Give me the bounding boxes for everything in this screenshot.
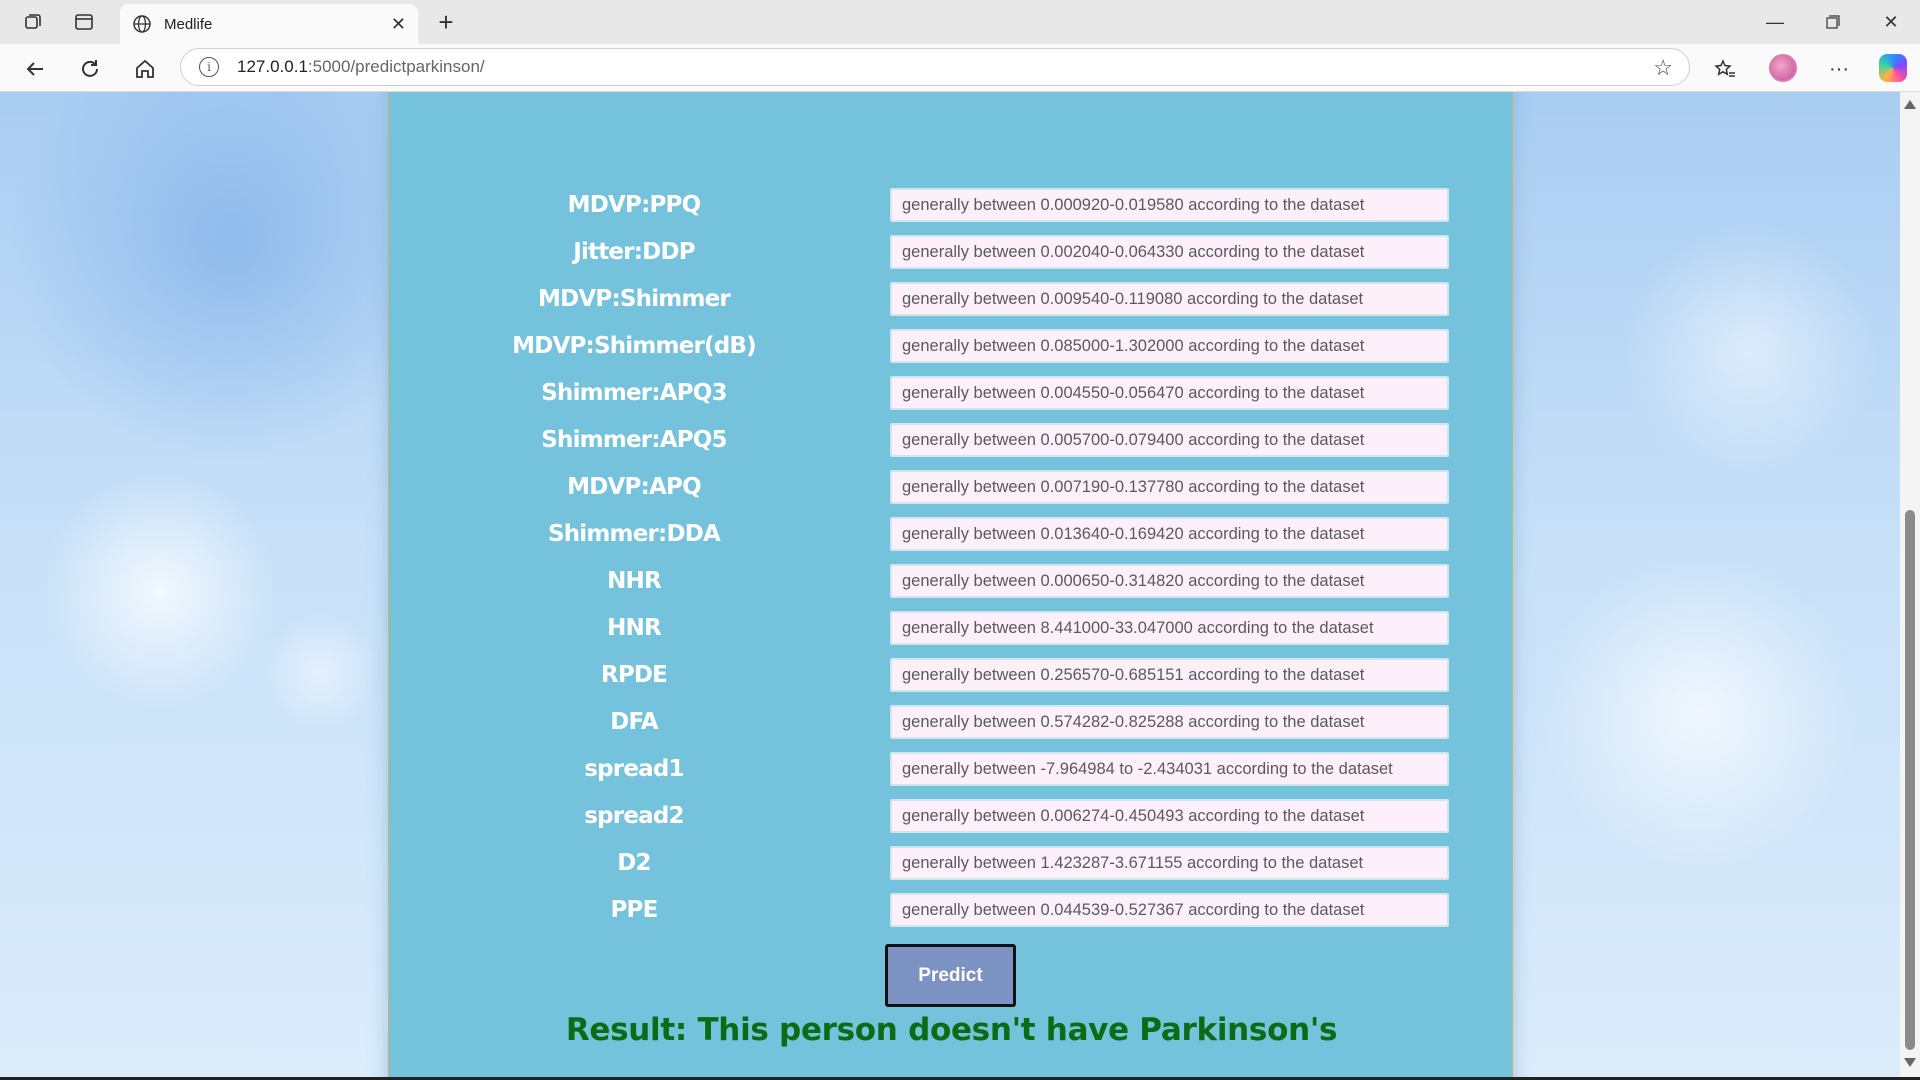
field-label: Shimmer:DDA [547,521,721,547]
restore-icon[interactable] [1813,8,1853,36]
result-text: Result: This person doesn't have Parkins… [565,1012,1338,1048]
form-row-hnr: HNR [389,611,1514,645]
form-row-d2: D2 [389,846,1514,880]
nhr-input[interactable] [890,564,1449,598]
prediction-form-card: MDVP:PPQ Jitter:DDP MDVP:Shimmer MDVP:Sh… [388,92,1513,1077]
back-icon[interactable] [20,54,50,84]
minimize-icon[interactable]: — [1755,8,1795,36]
scroll-down-arrow-icon[interactable] [1904,1058,1916,1067]
shimmer-apq5-input[interactable] [890,423,1449,457]
vertical-tabs-icon[interactable] [71,9,97,35]
form-row-spread2: spread2 [389,799,1514,833]
ppe-input[interactable] [890,893,1449,927]
close-tab-icon[interactable]: ✕ [391,14,406,35]
field-label: spread2 [584,803,684,829]
d2-input[interactable] [890,846,1449,880]
workspaces-icon[interactable] [20,9,46,35]
globe-icon [132,14,152,34]
field-label: MDVP:APQ [567,474,701,500]
field-label: HNR [607,615,662,641]
new-tab-icon[interactable]: + [432,7,460,37]
copilot-icon[interactable] [1879,54,1907,82]
home-icon[interactable] [130,54,160,84]
hnr-input[interactable] [890,611,1449,645]
form-row-shimmer-dda: Shimmer:DDA [389,517,1514,551]
field-label: Shimmer:APQ3 [541,380,727,406]
refresh-icon[interactable] [75,54,105,84]
form-row-dfa: DFA [389,705,1514,739]
form-row-jitter-ddp: Jitter:DDP [389,235,1514,269]
spread1-input[interactable] [890,752,1449,786]
form-row-shimmer-apq5: Shimmer:APQ5 [389,423,1514,457]
favorite-star-icon[interactable]: ☆ [1653,55,1673,81]
field-label: MDVP:Shimmer(dB) [512,333,757,359]
address-bar-row: i 127.0.0.1:5000/predictparkinson/ ☆ ··· [0,44,1920,92]
browser-tab[interactable]: Medlife ✕ [120,4,418,44]
form-row-mdvp-shimmer-db: MDVP:Shimmer(dB) [389,329,1514,363]
form-row-mdvp-shimmer: MDVP:Shimmer [389,282,1514,316]
shimmer-dda-input[interactable] [890,517,1449,551]
tab-bar: Medlife ✕ + — ✕ [0,0,1920,44]
field-label: spread1 [584,756,684,782]
dfa-input[interactable] [890,705,1449,739]
field-label: NHR [607,568,662,594]
field-label: D2 [617,850,651,876]
page-viewport: MDVP:PPQ Jitter:DDP MDVP:Shimmer MDVP:Sh… [0,92,1900,1077]
more-options-icon[interactable]: ··· [1824,54,1854,84]
mdvp-apq-input[interactable] [890,470,1449,504]
predict-button[interactable]: Predict [885,944,1016,1007]
field-label: PPE [610,897,658,923]
jitter-ddp-input[interactable] [890,235,1449,269]
form-row-shimmer-apq3: Shimmer:APQ3 [389,376,1514,410]
field-label: MDVP:Shimmer [538,286,731,312]
form-row-spread1: spread1 [389,752,1514,786]
close-window-icon[interactable]: ✕ [1871,8,1911,36]
rpde-input[interactable] [890,658,1449,692]
url-path: :5000/predictparkinson/ [307,57,485,76]
url-input[interactable]: i 127.0.0.1:5000/predictparkinson/ ☆ [180,48,1690,86]
scrollbar-thumb[interactable] [1905,510,1915,1050]
field-label: RPDE [600,662,668,688]
profile-avatar[interactable] [1769,54,1797,82]
mdvp-shimmer-input[interactable] [890,282,1449,316]
page-scrollbar[interactable] [1900,92,1920,1077]
spread2-input[interactable] [890,799,1449,833]
shimmer-apq3-input[interactable] [890,376,1449,410]
field-label: DFA [610,709,658,735]
url-host: 127.0.0.1 [237,57,308,76]
field-label: MDVP:PPQ [567,192,702,218]
field-label: Shimmer:APQ5 [541,427,727,453]
mdvp-shimmer-db-input[interactable] [890,329,1449,363]
form-row-nhr: NHR [389,564,1514,598]
field-label: Jitter:DDP [573,239,695,265]
form-row-ppe: PPE [389,893,1514,927]
form-row-rpde: RPDE [389,658,1514,692]
form-row-mdvp-apq: MDVP:APQ [389,470,1514,504]
favorites-icon[interactable] [1710,54,1740,84]
tab-title: Medlife [164,15,213,33]
site-info-icon[interactable]: i [199,57,219,77]
scroll-up-arrow-icon[interactable] [1904,100,1916,109]
mdvp-ppq-input[interactable] [890,188,1449,222]
form-row-mdvp-ppq: MDVP:PPQ [389,188,1514,222]
